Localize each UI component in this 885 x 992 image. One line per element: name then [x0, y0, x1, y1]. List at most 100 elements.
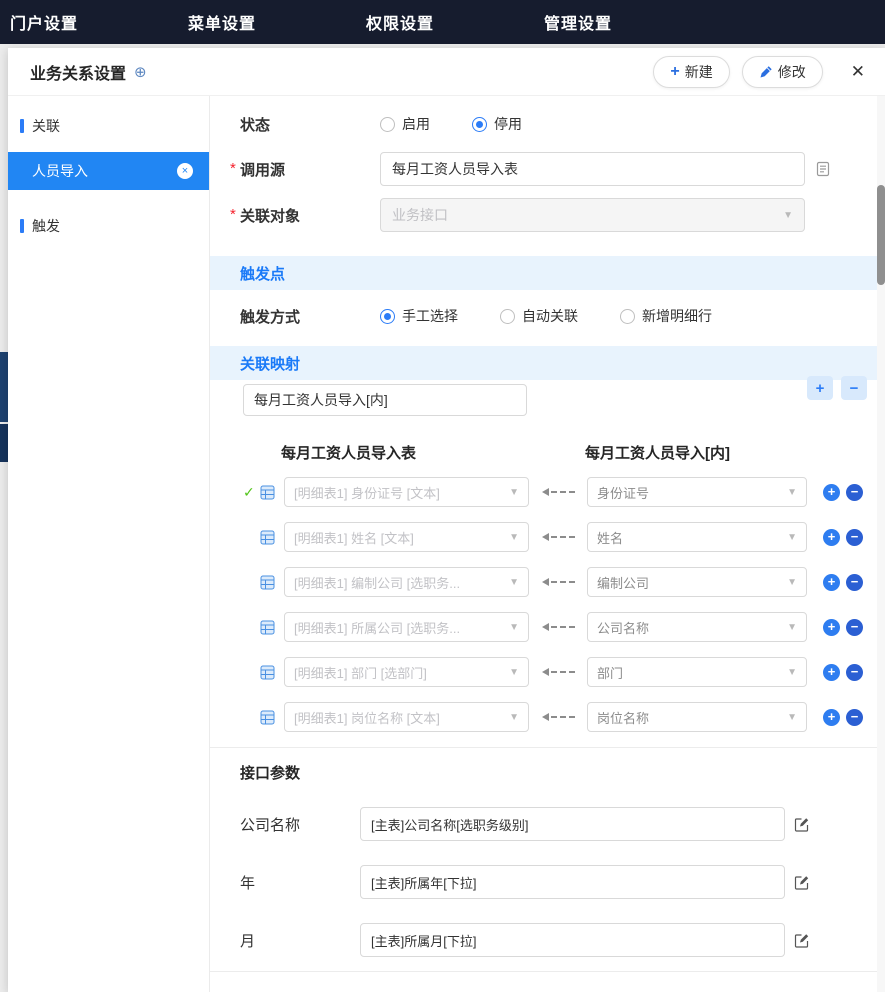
remove-row-button[interactable]: −: [846, 709, 863, 726]
year-input[interactable]: [主表]所属年[下拉]: [360, 865, 785, 899]
modify-button[interactable]: 修改: [742, 56, 823, 88]
dialog-header: 业务关系设置 ⊕ + 新建 修改 ✕: [8, 48, 885, 96]
call-source-label: *调用源: [240, 159, 380, 180]
remove-row-button[interactable]: −: [846, 619, 863, 636]
form-picker-icon[interactable]: [815, 161, 831, 177]
status-row: 状态 启用 停用: [210, 112, 885, 136]
mapping-add-remove-buttons: + −: [807, 376, 867, 400]
target-table-header: 每月工资人员导入[内]: [585, 442, 730, 463]
month-input[interactable]: [主表]所属月[下拉]: [360, 923, 785, 957]
radio-manual-select[interactable]: 手工选择: [380, 306, 458, 326]
related-object-select[interactable]: 业务接口 ▼: [380, 198, 805, 232]
target-field-select-5[interactable]: 部门▼: [587, 657, 807, 687]
section-title: 触发点: [240, 263, 285, 284]
radio-label: 自动关联: [522, 306, 578, 326]
chevron-down-icon: ▼: [509, 667, 519, 678]
sidebar-item-personnel-import[interactable]: 人员导入 ×: [8, 152, 209, 190]
sidebar-item-label: 人员导入: [32, 161, 88, 181]
target-field-select-3[interactable]: 编制公司▼: [587, 567, 807, 597]
mapping-target-input[interactable]: 每月工资人员导入[内]: [243, 384, 527, 416]
target-field-select-1[interactable]: 身份证号▼: [587, 477, 807, 507]
relation-mapping-section: 关联映射: [210, 346, 885, 380]
pencil-icon: [759, 65, 773, 79]
radio-label: 手工选择: [402, 306, 458, 326]
table-icon: [260, 710, 275, 725]
radio-disable[interactable]: 停用: [472, 114, 522, 134]
chevron-down-icon: ▼: [787, 577, 797, 588]
tab-menu-settings[interactable]: 菜单设置: [188, 10, 256, 34]
bottom-divider: [210, 971, 885, 972]
chevron-down-icon: ▼: [509, 487, 519, 498]
background-fragment: [0, 352, 8, 422]
remove-mapping-group-button[interactable]: −: [841, 376, 867, 400]
scrollbar-track[interactable]: [877, 96, 885, 992]
remove-row-button[interactable]: −: [846, 529, 863, 546]
arrow-left-icon: [529, 578, 587, 586]
interface-params-title: 接口参数: [210, 762, 885, 783]
call-source-row: *调用源 每月工资人员导入表: [210, 152, 885, 186]
edit-icon[interactable]: [793, 874, 810, 891]
target-field-select-4[interactable]: 公司名称▼: [587, 612, 807, 642]
remove-item-icon[interactable]: ×: [177, 163, 193, 179]
related-object-value: 业务接口: [392, 205, 448, 225]
add-row-button[interactable]: +: [823, 664, 840, 681]
modify-button-label: 修改: [778, 62, 806, 82]
sidebar-item-trigger[interactable]: 触发: [8, 208, 209, 244]
add-row-button[interactable]: +: [823, 484, 840, 501]
remove-row-button[interactable]: −: [846, 574, 863, 591]
add-row-button[interactable]: +: [823, 619, 840, 636]
add-row-button[interactable]: +: [823, 709, 840, 726]
call-source-input[interactable]: 每月工资人员导入表: [380, 152, 805, 186]
source-field-select-3[interactable]: [明细表1] 编制公司 [选职务...▼: [284, 567, 529, 597]
arrow-left-icon: [529, 533, 587, 541]
sidebar: 关联 人员导入 × 触发: [8, 96, 210, 992]
remove-row-button[interactable]: −: [846, 484, 863, 501]
form-content: 状态 启用 停用 *调用源 每月工资人员导入表: [210, 96, 885, 992]
new-button[interactable]: + 新建: [653, 56, 729, 88]
radio-icon: [620, 309, 635, 324]
mapping-row-2: [明细表1] 姓名 [文本]▼ 姓名▼ + −: [210, 522, 885, 552]
call-source-value: 每月工资人员导入表: [392, 159, 518, 179]
radio-icon: [472, 117, 487, 132]
target-field-select-2[interactable]: 姓名▼: [587, 522, 807, 552]
chevron-down-icon: ▼: [509, 712, 519, 723]
remove-row-button[interactable]: −: [846, 664, 863, 681]
link-icon[interactable]: ⊕: [134, 63, 147, 81]
scrollbar-thumb[interactable]: [877, 185, 885, 285]
source-field-select-2[interactable]: [明细表1] 姓名 [文本]▼: [284, 522, 529, 552]
source-field-select-4[interactable]: [明细表1] 所属公司 [选职务...▼: [284, 612, 529, 642]
tab-permission-settings[interactable]: 权限设置: [366, 10, 434, 34]
add-row-button[interactable]: +: [823, 574, 840, 591]
company-name-label: 公司名称: [240, 814, 360, 835]
sidebar-item-relation[interactable]: 关联: [8, 108, 209, 144]
chevron-down-icon: ▼: [509, 622, 519, 633]
edit-icon[interactable]: [793, 816, 810, 833]
month-label: 月: [240, 930, 360, 951]
sidebar-item-label: 触发: [32, 216, 60, 236]
add-mapping-group-button[interactable]: +: [807, 376, 833, 400]
chevron-down-icon: ▼: [509, 577, 519, 588]
source-field-select-5[interactable]: [明细表1] 部门 [选部门]▼: [284, 657, 529, 687]
radio-enable[interactable]: 启用: [380, 114, 430, 134]
status-label: 状态: [240, 114, 380, 135]
radio-auto-relate[interactable]: 自动关联: [500, 306, 578, 326]
chevron-down-icon: ▼: [787, 487, 797, 498]
company-name-input[interactable]: [主表]公司名称[选职务级别]: [360, 807, 785, 841]
chevron-down-icon: ▼: [787, 532, 797, 543]
table-icon: [260, 575, 275, 590]
param-row-month: 月 [主表]所属月[下拉]: [210, 923, 885, 957]
target-field-select-6[interactable]: 岗位名称▼: [587, 702, 807, 732]
close-icon[interactable]: ✕: [851, 62, 865, 82]
sidebar-item-label: 关联: [32, 116, 60, 136]
chevron-down-icon: ▼: [787, 667, 797, 678]
source-table-header: 每月工资人员导入表: [281, 442, 585, 463]
source-field-select-6[interactable]: [明细表1] 岗位名称 [文本]▼: [284, 702, 529, 732]
tab-portal-settings[interactable]: 门户设置: [10, 10, 78, 34]
background-fragment: [0, 424, 8, 462]
radio-icon: [380, 117, 395, 132]
source-field-select-1[interactable]: [明细表1] 身份证号 [文本]▼: [284, 477, 529, 507]
add-row-button[interactable]: +: [823, 529, 840, 546]
tab-management-settings[interactable]: 管理设置: [544, 10, 612, 34]
radio-add-detail-row[interactable]: 新增明细行: [620, 306, 712, 326]
edit-icon[interactable]: [793, 932, 810, 949]
